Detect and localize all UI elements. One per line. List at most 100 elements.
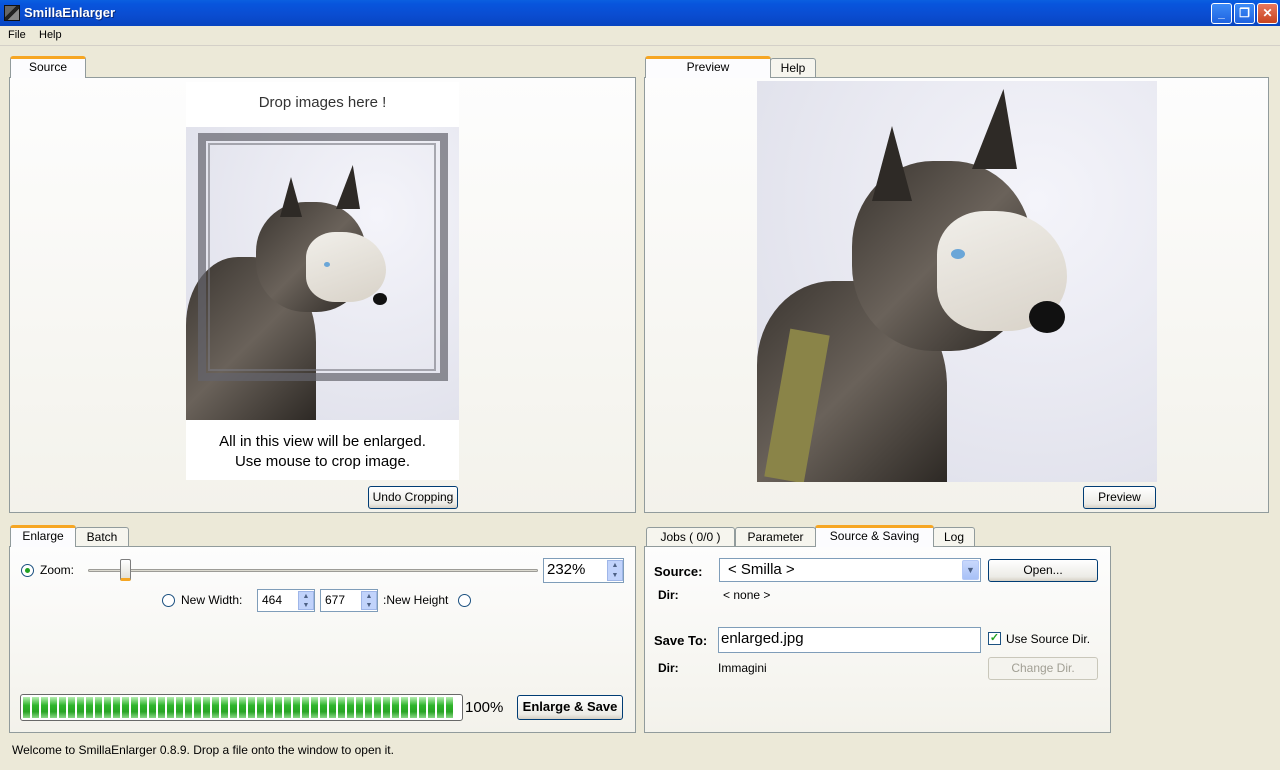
spin-up-icon[interactable]: ▲ [608,561,622,571]
new-height-label: :New Height [383,593,449,607]
progress-block [275,697,282,718]
tab-log[interactable]: Log [933,527,975,548]
tab-parameter[interactable]: Parameter [735,527,816,548]
progress-block [266,697,273,718]
new-width-radio[interactable] [162,594,175,607]
progress-block [59,697,66,718]
progress-block [221,697,228,718]
use-source-dir-label: Use Source Dir. [1006,632,1091,646]
save-to-label: Save To: [654,633,708,648]
source-combo[interactable]: < Smilla > ▼ [719,558,981,582]
tab-batch[interactable]: Batch [75,527,129,548]
preview-button[interactable]: Preview [1083,486,1156,509]
progress-block [437,697,444,718]
progress-block [347,697,354,718]
width-spinner[interactable]: ▲ ▼ [298,591,314,610]
app-icon [4,5,20,21]
progress-block [149,697,156,718]
progress-block [446,697,453,718]
chevron-down-icon[interactable]: ▼ [962,560,979,580]
spin-down-icon[interactable]: ▼ [608,571,622,581]
crop-caption-2: Use mouse to crop image. [234,453,411,470]
title-bar: SmillaEnlarger _ ❐ ✕ [0,0,1280,26]
spin-up-icon[interactable]: ▲ [299,592,313,601]
enlarge-save-button[interactable]: Enlarge & Save [517,695,623,720]
progress-block [311,697,318,718]
progress-block [140,697,147,718]
source-image[interactable] [186,127,459,420]
progress-block [392,697,399,718]
spin-down-icon[interactable]: ▼ [362,601,376,610]
menu-help[interactable]: Help [39,29,62,41]
progress-block [239,697,246,718]
tab-source-saving[interactable]: Source & Saving [815,525,934,547]
source-combo-value: < Smilla > [728,561,795,578]
progress-block [212,697,219,718]
progress-block [158,697,165,718]
spin-down-icon[interactable]: ▼ [299,601,313,610]
progress-block [410,697,417,718]
save-to-field[interactable]: enlarged.jpg [718,627,981,653]
progress-block [176,697,183,718]
tab-help[interactable]: Help [770,58,816,79]
undo-cropping-button[interactable]: Undo Cropping [368,486,458,509]
progress-block [329,697,336,718]
progress-block [86,697,93,718]
menu-file[interactable]: File [8,29,26,41]
zoom-spinner[interactable]: ▲ ▼ [607,560,623,581]
zoom-radio[interactable] [21,564,34,577]
progress-block [338,697,345,718]
progress-block [320,697,327,718]
tab-source[interactable]: Source [10,56,86,78]
restore-button[interactable]: ❐ [1234,3,1255,24]
source-dir-value: < none > [723,588,771,602]
width-value: 464 [262,593,283,607]
progress-block [257,697,264,718]
progress-block [401,697,408,718]
progress-block [365,697,372,718]
progress-block [374,697,381,718]
use-source-dir-checkbox[interactable]: ✓ [988,632,1001,645]
height-value: 677 [325,593,346,607]
progress-block [230,697,237,718]
progress-block [131,697,138,718]
progress-block [41,697,48,718]
progress-block [302,697,309,718]
new-height-radio[interactable] [458,594,471,607]
progress-block [419,697,426,718]
progress-block [284,697,291,718]
status-text: Welcome to SmillaEnlarger 0.8.9. Drop a … [12,743,394,757]
change-dir-button[interactable]: Change Dir. [988,657,1098,680]
progress-block [383,697,390,718]
progress-block [23,697,30,718]
tab-enlarge[interactable]: Enlarge [10,525,76,547]
progress-block [248,697,255,718]
zoom-slider-track[interactable] [88,569,538,572]
tab-preview[interactable]: Preview [645,56,771,78]
progress-block [167,697,174,718]
zoom-slider-thumb[interactable] [120,559,131,581]
tab-jobs[interactable]: Jobs ( 0/0 ) [646,527,735,548]
source-label: Source: [654,564,703,579]
crop-caption-1: All in this view will be enlarged. [219,433,426,450]
minimize-button[interactable]: _ [1211,3,1232,24]
menu-bar: File Help [0,26,1280,46]
window-title: SmillaEnlarger [24,5,116,20]
progress-block [77,697,84,718]
progress-block [104,697,111,718]
progress-text: 100% [465,699,504,716]
open-button[interactable]: Open... [988,559,1098,582]
source-drop-area[interactable]: Drop images here ! All in this view will… [186,82,459,480]
save-dir-value: Immagini [718,661,767,675]
save-dir-label: Dir: [658,661,679,675]
drop-hint: Drop images here ! [258,94,387,111]
progress-block [122,697,129,718]
close-button[interactable]: ✕ [1257,3,1278,24]
progress-block [68,697,75,718]
spin-up-icon[interactable]: ▲ [362,592,376,601]
source-dir-label: Dir: [658,588,679,602]
zoom-value: 232% [547,561,586,578]
progress-block [50,697,57,718]
height-spinner[interactable]: ▲ ▼ [361,591,377,610]
progress-block [194,697,201,718]
